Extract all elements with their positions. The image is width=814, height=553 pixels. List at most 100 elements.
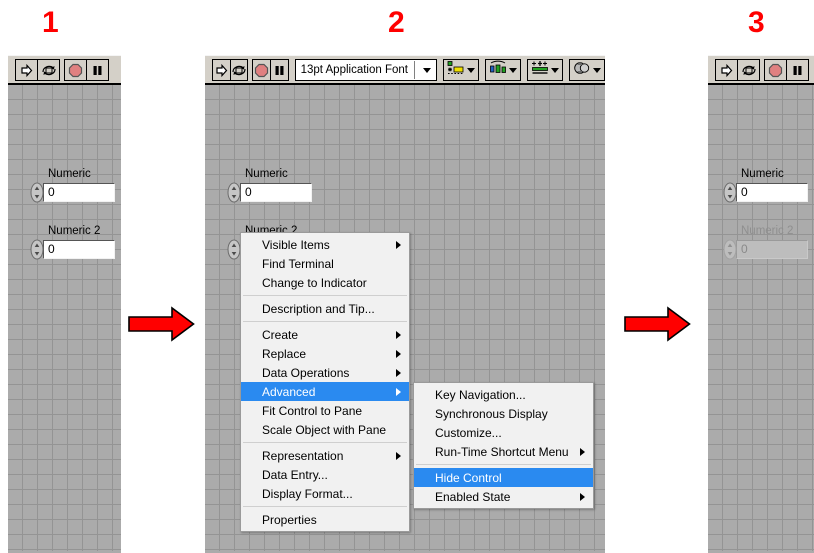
increment-decrement-icon[interactable]: [723, 182, 737, 203]
run-continuously-button[interactable]: [229, 59, 249, 81]
context-menu-item-label: Data Operations: [262, 365, 350, 380]
advanced-submenu-item[interactable]: Customize...: [414, 423, 593, 442]
run-continuously-button[interactable]: [37, 59, 60, 81]
context-menu-item[interactable]: Fit Control to Pane: [241, 401, 409, 420]
numeric-control-1-field[interactable]: 0: [736, 182, 808, 202]
submenu-arrow-icon: [580, 447, 585, 456]
resize-objects-icon: [531, 60, 549, 81]
reorder-objects-dropdown[interactable]: [568, 59, 605, 81]
submenu-arrow-icon: [396, 240, 401, 249]
context-menu-item[interactable]: Data Operations: [241, 363, 409, 382]
context-menu-item-label: Display Format...: [262, 486, 353, 501]
panel3-pane[interactable]: Numeric 0 Numeric 2 0: [708, 85, 814, 551]
pause-button[interactable]: [269, 59, 289, 81]
align-objects-dropdown[interactable]: [442, 59, 479, 81]
advanced-submenu-item-label: Synchronous Display: [435, 406, 548, 421]
context-menu-item-label: Representation: [262, 448, 344, 463]
context-menu[interactable]: Visible Items Find Terminal Change to Indi…: [240, 232, 410, 532]
advanced-submenu-item[interactable]: Key Navigation...: [414, 385, 593, 404]
toolbar-top-edge: [8, 55, 121, 58]
context-menu-item[interactable]: Display Format...: [241, 484, 409, 503]
chevron-down-icon[interactable]: [592, 67, 601, 73]
context-menu-item[interactable]: Representation: [241, 446, 409, 465]
submenu-arrow-icon: [396, 368, 401, 377]
context-menu-item[interactable]: Scale Object with Pane: [241, 420, 409, 439]
run-continuously-button[interactable]: [737, 59, 760, 81]
advanced-submenu-item[interactable]: Synchronous Display: [414, 404, 593, 423]
abort-button[interactable]: [64, 59, 87, 81]
resize-objects-dropdown[interactable]: [526, 59, 563, 81]
advanced-submenu-item-label: Enabled State: [435, 489, 511, 504]
run-arrow-icon: [214, 63, 229, 78]
toolbar-top-edge: [205, 55, 605, 58]
toolbar-top-edge: [708, 55, 814, 58]
numeric-control-1[interactable]: Numeric 0: [227, 168, 312, 203]
context-menu-item[interactable]: Properties: [241, 510, 409, 529]
chevron-down-icon[interactable]: [508, 67, 517, 73]
pause-icon: [90, 63, 105, 78]
run-continuously-icon: [41, 63, 57, 78]
context-menu-item[interactable]: Replace: [241, 344, 409, 363]
abort-button[interactable]: [252, 59, 271, 81]
context-menu-item-label: Advanced: [262, 384, 316, 399]
numeric-control-2-field[interactable]: 0: [43, 239, 115, 259]
panel2-toolbar[interactable]: 13pt Application Font: [205, 55, 605, 85]
context-menu-item-label: Create: [262, 327, 299, 342]
advanced-submenu-item[interactable]: Hide Control: [414, 468, 593, 487]
numeric-control-1[interactable]: Numeric 0: [30, 168, 115, 203]
panel1-pane[interactable]: Numeric 0 Numeric 2 0: [8, 85, 121, 551]
context-menu-item[interactable]: Data Entry...: [241, 465, 409, 484]
distribute-objects-dropdown[interactable]: [484, 59, 521, 81]
increment-decrement-icon[interactable]: [227, 239, 241, 260]
run-button[interactable]: [15, 59, 38, 81]
context-menu-item[interactable]: Description and Tip...: [241, 299, 409, 318]
numeric-control-1[interactable]: Numeric 0: [723, 168, 808, 203]
front-panel-window-1[interactable]: Numeric 0 Numeric 2 0: [8, 55, 121, 553]
increment-decrement-icon[interactable]: [227, 182, 241, 203]
context-menu-separator: [243, 506, 407, 507]
abort-button[interactable]: [764, 59, 787, 81]
pause-button[interactable]: [86, 59, 109, 81]
numeric-control-1-field[interactable]: 0: [240, 182, 312, 202]
increment-decrement-icon[interactable]: [30, 239, 44, 260]
context-menu-item[interactable]: Change to Indicator: [241, 273, 409, 292]
numeric-control-2-hidden: Numeric 2 0: [723, 225, 808, 260]
pause-icon: [272, 63, 287, 78]
advanced-submenu-item-label: Customize...: [435, 425, 502, 440]
submenu-arrow-icon: [396, 387, 401, 396]
context-menu-separator: [243, 442, 407, 443]
arrow-step1-to-step2: [128, 306, 195, 342]
advanced-submenu-item[interactable]: Run-Time Shortcut Menu: [414, 442, 593, 461]
numeric-control-2-field: 0: [736, 239, 808, 259]
panel3-toolbar[interactable]: [708, 55, 814, 85]
advanced-submenu[interactable]: Key Navigation... Synchronous Display Cust…: [413, 382, 594, 509]
context-menu-item[interactable]: Visible Items: [241, 235, 409, 254]
font-selector[interactable]: 13pt Application Font: [294, 59, 437, 81]
font-selector-divider: [413, 61, 415, 79]
numeric-control-2-label: Numeric 2: [48, 225, 101, 237]
numeric-control-1-field[interactable]: 0: [43, 182, 115, 202]
context-menu-item[interactable]: Find Terminal: [241, 254, 409, 273]
pause-button[interactable]: [786, 59, 809, 81]
context-menu-item[interactable]: Create: [241, 325, 409, 344]
submenu-arrow-icon: [396, 451, 401, 460]
advanced-submenu-item-label: Key Navigation...: [435, 387, 526, 402]
step-number-2: 2: [388, 6, 405, 39]
front-panel-window-3[interactable]: Numeric 0 Numeric 2 0: [708, 55, 814, 553]
context-menu-item-label: Data Entry...: [262, 467, 328, 482]
increment-decrement-icon[interactable]: [30, 182, 44, 203]
submenu-arrow-icon: [580, 492, 585, 501]
context-menu-separator: [243, 295, 407, 296]
advanced-submenu-item[interactable]: Enabled State: [414, 487, 593, 506]
context-menu-item-label: Find Terminal: [262, 256, 334, 271]
numeric-control-2[interactable]: Numeric 2 0: [30, 225, 115, 260]
chevron-down-icon[interactable]: [550, 67, 559, 73]
chevron-down-icon[interactable]: [418, 60, 436, 80]
context-menu-item[interactable]: Advanced: [241, 382, 409, 401]
run-button[interactable]: [715, 59, 738, 81]
panel1-toolbar[interactable]: [8, 55, 121, 85]
chevron-down-icon[interactable]: [466, 67, 475, 73]
run-button[interactable]: [212, 59, 231, 81]
abort-stop-icon: [254, 63, 269, 78]
abort-stop-icon: [768, 63, 783, 78]
